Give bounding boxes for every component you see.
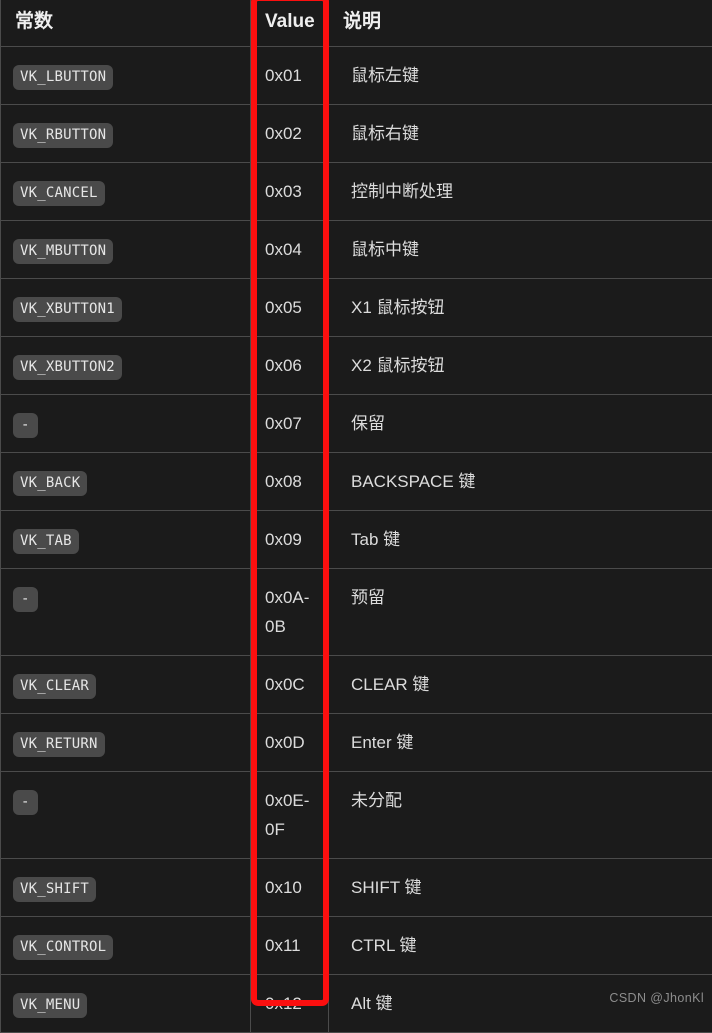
column-header-value: Value (251, 0, 329, 47)
cell-description: CLEAR 键 (329, 656, 712, 714)
cell-description: Tab 键 (329, 511, 712, 569)
cell-description: 鼠标右键 (329, 105, 712, 163)
constant-code-badge: VK_XBUTTON1 (13, 297, 122, 322)
constant-code-badge: VK_CANCEL (13, 181, 105, 206)
cell-constant: VK_MENU (1, 975, 251, 1033)
cell-description: X1 鼠标按钮 (329, 279, 712, 337)
table-header-row: 常数 Value 说明 (1, 0, 712, 47)
constant-code-badge: - (13, 587, 38, 612)
table-row: VK_BACK 0x08BACKSPACE 键 (1, 453, 712, 511)
table-row: VK_MBUTTON 0x04鼠标中键 (1, 221, 712, 279)
cell-constant: VK_CONTROL (1, 917, 251, 975)
cell-constant: VK_TAB (1, 511, 251, 569)
cell-constant: VK_RBUTTON (1, 105, 251, 163)
cell-constant: VK_MBUTTON (1, 221, 251, 279)
cell-value: 0x12 (251, 975, 329, 1033)
table-row: VK_CONTROL 0x11CTRL 键 (1, 917, 712, 975)
cell-value: 0x0C (251, 656, 329, 714)
table-row: VK_RETURN 0x0DEnter 键 (1, 714, 712, 772)
cell-constant: - (1, 569, 251, 656)
virtual-key-codes-table: 常数 Value 说明 VK_LBUTTON0x01鼠标左键VK_RBUTTON… (0, 0, 712, 1033)
cell-description: SHIFT 键 (329, 859, 712, 917)
column-header-description: 说明 (329, 0, 712, 47)
cell-value: 0x02 (251, 105, 329, 163)
cell-description: 控制中断处理 (329, 163, 712, 221)
cell-constant: - (1, 395, 251, 453)
cell-value: 0x04 (251, 221, 329, 279)
constant-code-badge: VK_XBUTTON2 (13, 355, 122, 380)
cell-description: CTRL 键 (329, 917, 712, 975)
cell-constant: VK_RETURN (1, 714, 251, 772)
cell-constant: VK_CLEAR (1, 656, 251, 714)
cell-constant: - (1, 772, 251, 859)
cell-constant: VK_XBUTTON1 (1, 279, 251, 337)
constant-code-badge: - (13, 790, 38, 815)
constant-code-badge: VK_CONTROL (13, 935, 113, 960)
page-root: 常数 Value 说明 VK_LBUTTON0x01鼠标左键VK_RBUTTON… (0, 0, 712, 1012)
table-row: VK_TAB 0x09Tab 键 (1, 511, 712, 569)
cell-description: X2 鼠标按钮 (329, 337, 712, 395)
table-row: VK_CANCEL 0x03控制中断处理 (1, 163, 712, 221)
constant-code-badge: VK_TAB (13, 529, 79, 554)
cell-description: 鼠标左键 (329, 47, 712, 105)
cell-description: Enter 键 (329, 714, 712, 772)
cell-constant: VK_XBUTTON2 (1, 337, 251, 395)
cell-value: 0x0E-0F (251, 772, 329, 859)
constant-code-badge: VK_BACK (13, 471, 87, 496)
cell-value: 0x11 (251, 917, 329, 975)
cell-value: 0x03 (251, 163, 329, 221)
table-row: VK_CLEAR 0x0CCLEAR 键 (1, 656, 712, 714)
table-row: VK_LBUTTON 0x01鼠标左键 (1, 47, 712, 105)
cell-value: 0x10 (251, 859, 329, 917)
constant-code-badge: VK_MBUTTON (13, 239, 113, 264)
table-row: VK_XBUTTON1 0x05X1 鼠标按钮 (1, 279, 712, 337)
constant-code-badge: VK_LBUTTON (13, 65, 113, 90)
cell-description: BACKSPACE 键 (329, 453, 712, 511)
cell-constant: VK_LBUTTON (1, 47, 251, 105)
cell-constant: VK_CANCEL (1, 163, 251, 221)
cell-constant: VK_BACK (1, 453, 251, 511)
constant-code-badge: VK_CLEAR (13, 674, 96, 699)
table-row: VK_XBUTTON2 0x06X2 鼠标按钮 (1, 337, 712, 395)
constant-code-badge: VK_SHIFT (13, 877, 96, 902)
table-row: VK_RBUTTON 0x02鼠标右键 (1, 105, 712, 163)
column-header-constant: 常数 (1, 0, 251, 47)
constant-code-badge: VK_MENU (13, 993, 87, 1018)
cell-description: 保留 (329, 395, 712, 453)
cell-constant: VK_SHIFT (1, 859, 251, 917)
cell-description: 鼠标中键 (329, 221, 712, 279)
table-row: VK_MENU0x12Alt 键 (1, 975, 712, 1033)
constant-code-badge: VK_RBUTTON (13, 123, 113, 148)
table-body: VK_LBUTTON0x01鼠标左键VK_RBUTTON0x02鼠标右键VK_C… (1, 47, 712, 1033)
table-row: - 0x0E-0F未分配 (1, 772, 712, 859)
cell-description: 未分配 (329, 772, 712, 859)
cell-value: 0x01 (251, 47, 329, 105)
cell-value: 0x08 (251, 453, 329, 511)
cell-value: 0x07 (251, 395, 329, 453)
table-header: 常数 Value 说明 (1, 0, 712, 47)
cell-value: 0x06 (251, 337, 329, 395)
table-row: VK_SHIFT 0x10SHIFT 键 (1, 859, 712, 917)
cell-value: 0x09 (251, 511, 329, 569)
table-row: - 0x07保留 (1, 395, 712, 453)
cell-value: 0x05 (251, 279, 329, 337)
watermark: CSDN @JhonKl (609, 991, 704, 1005)
cell-value: 0x0A-0B (251, 569, 329, 656)
constant-code-badge: - (13, 413, 38, 438)
cell-value: 0x0D (251, 714, 329, 772)
table-row: - 0x0A-0B预留 (1, 569, 712, 656)
constant-code-badge: VK_RETURN (13, 732, 105, 757)
cell-description: 预留 (329, 569, 712, 656)
